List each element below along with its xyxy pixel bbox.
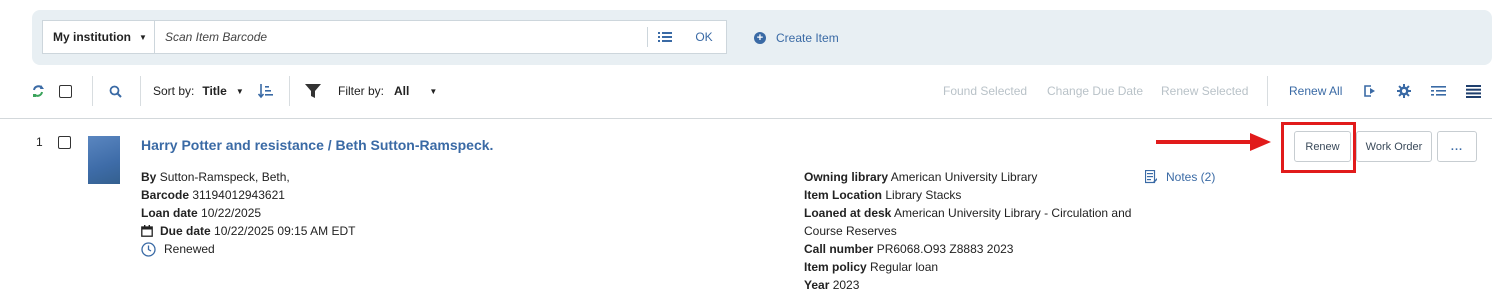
chevron-down-icon: ▼ [139, 32, 147, 42]
filter-by-control[interactable]: Filter by: All ▼ [338, 72, 437, 110]
change-due-date-button[interactable]: Change Due Date [1047, 72, 1143, 110]
institution-dropdown[interactable]: My institution ▼ [43, 21, 155, 53]
columns-icon[interactable] [1431, 72, 1446, 110]
scan-box: My institution ▼ OK [42, 20, 727, 54]
search-icon[interactable] [109, 72, 122, 110]
renew-selected-button[interactable]: Renew Selected [1161, 72, 1248, 110]
by-line: By Sutton-Ramspeck, Beth, [141, 170, 290, 184]
loaned-at-desk-line: Loaned at desk American University Libra… [804, 206, 1132, 238]
institution-label: My institution [53, 30, 131, 44]
divider [140, 76, 141, 106]
owning-library-line: Owning library American University Libra… [804, 170, 1038, 184]
item-details-left: By Sutton-Ramspeck, Beth, Barcode 311940… [141, 168, 355, 258]
select-all-checkbox[interactable] [59, 72, 72, 110]
item-details-right: Owning library American University Libra… [804, 168, 1134, 294]
status-line: Renewed [141, 240, 355, 258]
book-cover-thumbnail [88, 136, 120, 184]
divider [1267, 76, 1268, 106]
export-icon[interactable] [1363, 72, 1377, 110]
sort-by-control[interactable]: Sort by: Title ▼ [153, 72, 244, 110]
checkbox[interactable] [58, 136, 71, 149]
calendar-icon [141, 225, 153, 237]
toolbar: Sort by: Title ▼ Filter by: All ▼ Found … [0, 72, 1499, 110]
divider [92, 76, 93, 106]
status-text: Renewed [164, 242, 215, 256]
found-selected-button[interactable]: Found Selected [943, 72, 1027, 110]
chevron-down-icon: ▼ [235, 86, 244, 96]
renew-all-button[interactable]: Renew All [1289, 72, 1342, 110]
chevron-down-icon: ▼ [429, 86, 438, 96]
more-actions-button[interactable]: ... [1437, 131, 1477, 162]
checkbox[interactable] [59, 84, 72, 98]
item-title-link[interactable]: Harry Potter and resistance / Beth Sutto… [141, 137, 493, 153]
due-date-line: Due date 10/22/2025 09:15 AM EDT [141, 222, 355, 240]
divider [0, 118, 1492, 119]
filter-by-label: Filter by: [338, 84, 385, 98]
notes-label: Notes (2) [1166, 170, 1216, 184]
list-icon[interactable] [648, 31, 682, 43]
create-item-button[interactable]: + Create Item [754, 31, 839, 45]
clock-icon [141, 241, 156, 257]
filter-icon[interactable] [305, 72, 321, 110]
refresh-icon[interactable] [31, 72, 45, 110]
call-number-line: Call number PR6068.O93 Z8883 2023 [804, 242, 1014, 256]
notes-icon [1145, 170, 1157, 184]
arrow-annotation-icon [1156, 133, 1271, 154]
barcode-line: Barcode 31194012943621 [141, 188, 285, 202]
sort-order-icon[interactable] [258, 72, 274, 110]
work-order-button[interactable]: Work Order [1356, 131, 1432, 162]
notes-link[interactable]: Notes (2) [1145, 170, 1215, 184]
sort-by-label: Sort by: [153, 84, 195, 98]
filter-by-value[interactable]: All [394, 84, 409, 98]
scan-bar: My institution ▼ OK + Create Item [32, 10, 1492, 65]
row-index: 1 [36, 135, 43, 149]
item-location-line: Item Location Library Stacks [804, 188, 962, 202]
loan-date-line: Loan date 10/22/2025 [141, 206, 262, 220]
gear-icon[interactable] [1397, 72, 1411, 110]
year-line: Year 2023 [804, 278, 860, 292]
sort-by-value[interactable]: Title [202, 84, 226, 98]
divider [289, 76, 290, 106]
scan-item-barcode-input[interactable] [155, 20, 647, 54]
list-view-icon[interactable] [1466, 72, 1481, 110]
row-checkbox[interactable] [58, 136, 71, 149]
ok-button[interactable]: OK [682, 30, 726, 44]
create-item-label: Create Item [776, 31, 839, 45]
item-policy-line: Item policy Regular loan [804, 260, 939, 274]
plus-circle-icon: + [754, 32, 766, 44]
highlight-box [1281, 122, 1356, 173]
